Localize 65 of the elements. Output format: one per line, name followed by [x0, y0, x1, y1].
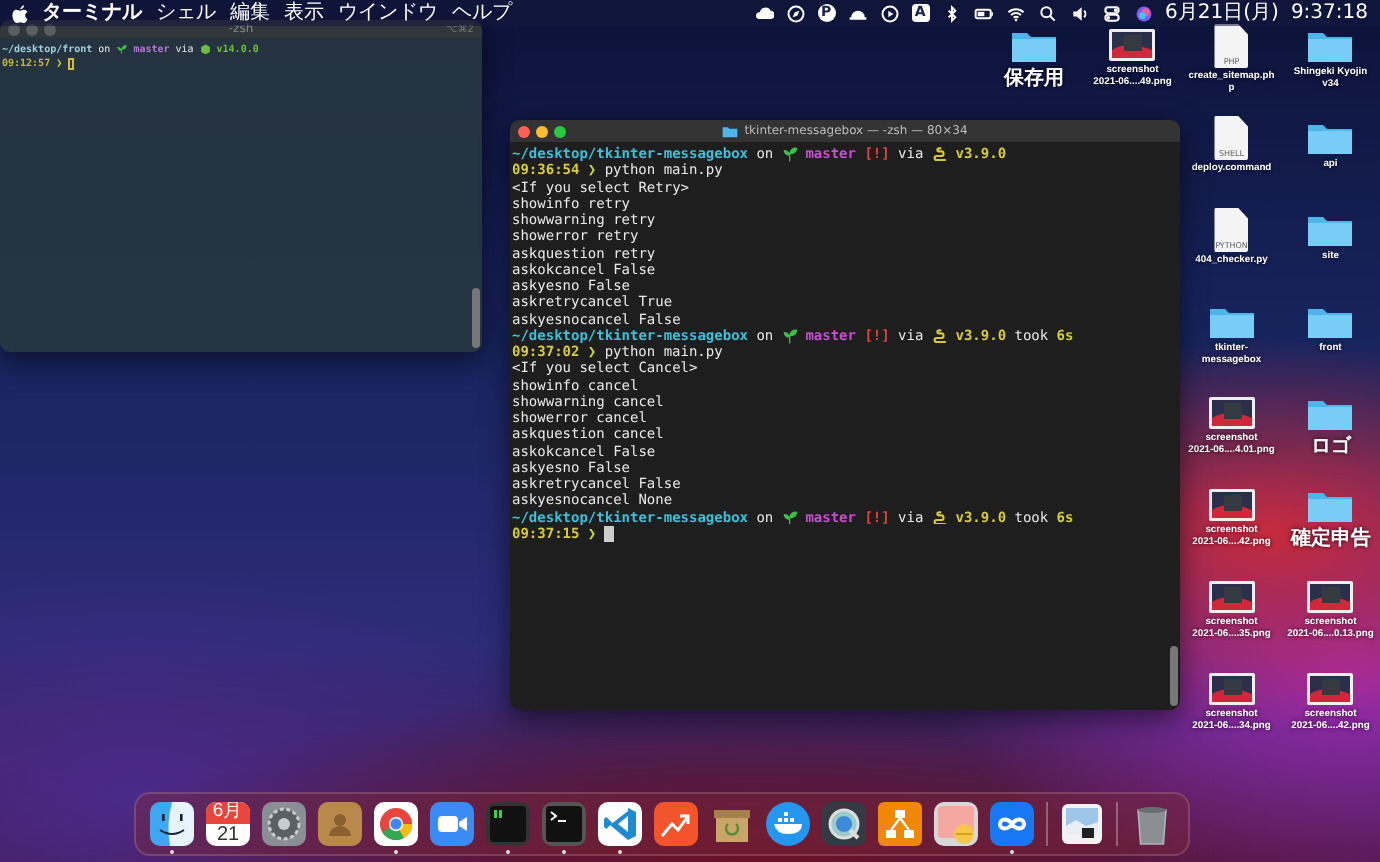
image-thumbnail-icon[interactable]	[1306, 672, 1355, 706]
text-cursor	[604, 525, 613, 543]
folder-icon[interactable]	[1306, 28, 1355, 64]
sprout-icon	[116, 43, 128, 55]
lens-icon[interactable]	[822, 802, 866, 846]
pill-icon[interactable]	[934, 802, 978, 846]
folder-icon[interactable]	[1009, 28, 1058, 64]
menu-bar-clock[interactable]: 9:37:18	[1290, 1, 1368, 25]
infinity-icon[interactable]	[990, 802, 1034, 846]
wifi-icon[interactable]	[1005, 3, 1026, 23]
app-menu[interactable]: ターミナル	[42, 1, 142, 25]
terminal-icon[interactable]	[542, 802, 586, 846]
image-thumbnail-icon[interactable]	[1108, 28, 1157, 62]
image-thumbnail-icon[interactable]	[1207, 580, 1256, 614]
file-name[interactable]: 確定申告	[1290, 528, 1371, 550]
calendar-icon[interactable]: 6月 21	[206, 802, 250, 846]
hexagon-icon	[199, 43, 211, 55]
ribbon-icon[interactable]	[598, 802, 642, 846]
gear-icon[interactable]	[262, 802, 306, 846]
volume-icon[interactable]	[1069, 3, 1090, 23]
image-thumbnail-icon[interactable]	[1306, 580, 1355, 614]
address-book-icon[interactable]	[318, 802, 362, 846]
menu-item[interactable]: ウインドウ	[338, 1, 438, 25]
photo-icon[interactable]	[1060, 802, 1104, 846]
whale-icon[interactable]	[766, 802, 810, 846]
file-name[interactable]: ロゴ	[1310, 436, 1351, 458]
toggle-icon[interactable]	[1101, 3, 1122, 23]
folder-icon[interactable]	[1306, 120, 1355, 156]
folder-icon[interactable]	[1306, 396, 1355, 432]
menu-item[interactable]: 編集	[230, 1, 270, 25]
cloud-icon[interactable]	[753, 3, 774, 23]
sprout-icon	[781, 509, 798, 525]
battery-icon[interactable]	[973, 3, 994, 23]
apple-menu-icon[interactable]	[12, 3, 28, 23]
image-thumbnail-icon[interactable]	[1207, 396, 1256, 430]
file-name[interactable]: 保存用	[1003, 68, 1064, 90]
orb-icon[interactable]	[1133, 3, 1154, 23]
face-icon[interactable]	[150, 802, 194, 846]
menu-item[interactable]: ヘルプ	[452, 1, 512, 25]
menu-item[interactable]: シェル	[156, 1, 216, 25]
scrollbar-thumb[interactable]	[1170, 646, 1178, 706]
folder-icon[interactable]	[1306, 304, 1355, 340]
snake-icon	[931, 328, 948, 344]
minimize-button[interactable]	[536, 125, 548, 137]
browser-icon[interactable]	[374, 802, 418, 846]
folder-icon[interactable]	[1306, 212, 1355, 248]
diagram-icon[interactable]	[878, 802, 922, 846]
search-icon[interactable]	[1037, 3, 1058, 23]
video-camera-icon[interactable]	[430, 802, 474, 846]
close-button[interactable]	[518, 125, 530, 137]
menu-item[interactable]: 表示	[284, 1, 324, 25]
folder-icon[interactable]	[1207, 304, 1256, 340]
console-icon[interactable]	[486, 802, 530, 846]
sprout-icon	[781, 328, 798, 344]
image-thumbnail-icon[interactable]	[1207, 672, 1256, 706]
menu-bar-date[interactable]: 6月21日(月)	[1165, 1, 1279, 25]
image-thumbnail-icon[interactable]	[1207, 488, 1256, 522]
zoom-button[interactable]	[554, 125, 566, 137]
compass-icon[interactable]	[785, 3, 806, 23]
snake-icon	[931, 509, 948, 525]
play-icon[interactable]	[879, 3, 900, 23]
folder-icon	[722, 125, 739, 137]
snake-icon	[931, 146, 948, 162]
text-cursor	[68, 57, 75, 69]
sprout-icon	[781, 146, 798, 162]
